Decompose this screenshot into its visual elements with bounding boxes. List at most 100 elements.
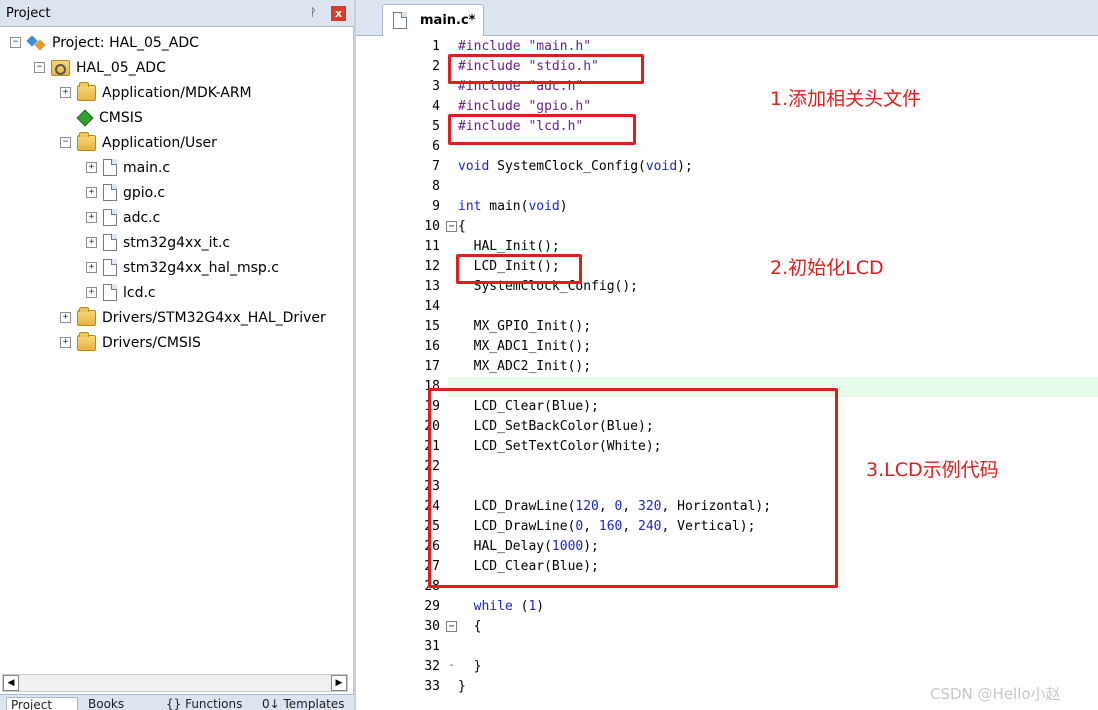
file-icon — [393, 12, 407, 29]
expand-icon[interactable]: + — [86, 212, 97, 223]
tree-item[interactable]: CMSIS — [60, 105, 143, 130]
folder-icon — [77, 131, 96, 151]
folder-icon — [77, 81, 96, 101]
code-line[interactable]: } — [458, 657, 482, 677]
line-number-gutter: 1 2 3 4 5 6 7 8 9 10−11 12 13 14 15 16 17 18 19 20 21 22 23 24… — [360, 36, 457, 700]
project-icon — [27, 35, 46, 51]
cmsis-icon — [76, 109, 94, 126]
expand-icon[interactable]: + — [60, 312, 71, 323]
collapse-icon[interactable]: − — [60, 137, 71, 148]
expand-icon[interactable]: + — [86, 287, 97, 298]
tree-item[interactable]: + adc.c — [86, 205, 160, 230]
scroll-left-icon[interactable]: ◀ — [3, 675, 19, 691]
tree-item-label: lcd.c — [123, 284, 156, 301]
expand-icon[interactable]: + — [60, 87, 71, 98]
editor-tab-strip: main.c* — [356, 0, 1098, 36]
scroll-right-icon[interactable]: ▶ — [331, 675, 347, 691]
close-icon[interactable]: x — [331, 6, 346, 21]
tree-item[interactable]: − Application/User — [60, 130, 217, 155]
file-icon — [103, 234, 117, 251]
tree-item[interactable]: + gpio.c — [86, 180, 165, 205]
project-panel-title: Project — [6, 6, 51, 21]
code-line[interactable]: } — [458, 677, 466, 697]
code-line[interactable]: MX_GPIO_Init(); — [458, 317, 591, 337]
tree-item[interactable]: − HAL_05_ADC — [34, 55, 166, 80]
tree-item-label: main.c — [123, 159, 171, 176]
watermark: CSDN @Hello小赵 — [930, 685, 1061, 703]
line-number: 10 — [424, 219, 440, 234]
line-number: 5 — [432, 119, 440, 134]
line-number: 31 — [424, 639, 440, 654]
pin-icon[interactable]: ᚹ — [310, 6, 317, 19]
tree-item-label: HAL_05_ADC — [76, 59, 166, 76]
expand-icon[interactable]: + — [86, 162, 97, 173]
tree-item-label: Application/MDK-ARM — [102, 84, 252, 101]
tab-main-c-label: main.c* — [420, 13, 476, 28]
line-number: 17 — [424, 359, 440, 374]
annotation-box-lcd-example — [428, 388, 838, 588]
tree-item-label: Project: HAL_05_ADC — [52, 34, 199, 51]
tree-item[interactable]: − Project: HAL_05_ADC — [10, 30, 199, 55]
line-number: 16 — [424, 339, 440, 354]
line-number: 29 — [424, 599, 440, 614]
tree-item-label: CMSIS — [99, 109, 143, 126]
tree-item[interactable]: + Application/MDK-ARM — [60, 80, 252, 105]
horizontal-scrollbar[interactable]: ◀ ▶ — [2, 674, 348, 692]
annotation-note-3: 3.LCD示例代码 — [866, 459, 999, 481]
line-number: 12 — [424, 259, 440, 274]
tree-item[interactable]: + Drivers/STM32G4xx_HAL_Driver — [60, 305, 326, 330]
expand-icon[interactable]: + — [86, 237, 97, 248]
project-panel-header: Project ᚹ x — [0, 0, 354, 27]
tree-item-label: stm32g4xx_it.c — [123, 234, 231, 251]
annotation-box-lcd-init — [456, 254, 582, 284]
line-number: 7 — [432, 159, 440, 174]
folder-icon — [77, 331, 96, 351]
line-number: 14 — [424, 299, 440, 314]
file-icon — [103, 184, 117, 201]
tab-books[interactable]: Books — [84, 697, 156, 710]
line-number: 3 — [432, 79, 440, 94]
code-line[interactable]: void SystemClock_Config(void); — [458, 157, 693, 177]
expand-icon[interactable]: + — [86, 262, 97, 273]
tree-item[interactable]: + stm32g4xx_hal_msp.c — [86, 255, 279, 280]
tab-main-c[interactable]: main.c* — [382, 4, 484, 36]
target-icon — [51, 59, 70, 76]
tab-templates[interactable]: 0↓ Templates — [258, 697, 352, 710]
annotation-box-includes-stdio — [448, 54, 644, 84]
code-line[interactable]: { — [458, 217, 466, 237]
tree-item-label: stm32g4xx_hal_msp.c — [123, 259, 279, 276]
code-line[interactable]: int main(void) — [458, 197, 568, 217]
tab-functions[interactable]: {} Functions — [162, 697, 254, 710]
annotation-note-1: 1.添加相关头文件 — [770, 88, 922, 110]
file-icon — [103, 209, 117, 226]
line-number: 6 — [432, 139, 440, 154]
project-tree: − Project: HAL_05_ADC − HAL_05_ADC + Applicat… — [0, 30, 350, 670]
line-number: 13 — [424, 279, 440, 294]
tree-item-label: adc.c — [123, 209, 161, 226]
line-number: 33 — [424, 679, 440, 694]
folder-icon — [77, 306, 96, 326]
annotation-box-includes-lcd — [448, 114, 636, 145]
expand-icon[interactable]: + — [86, 187, 97, 198]
line-number: 2 — [432, 59, 440, 74]
collapse-icon[interactable]: − — [34, 62, 45, 73]
tree-item[interactable]: + lcd.c — [86, 280, 156, 305]
code-line[interactable]: { — [458, 617, 482, 637]
tree-item[interactable]: + main.c — [86, 155, 170, 180]
tab-project[interactable]: Project — [6, 697, 78, 710]
line-number: 9 — [432, 199, 440, 214]
project-bottom-tabs: Project Books {} Functions 0↓ Templates — [0, 694, 354, 710]
line-number: 4 — [432, 99, 440, 114]
expand-icon[interactable]: + — [60, 337, 71, 348]
collapse-icon[interactable]: − — [10, 37, 21, 48]
file-icon — [103, 284, 117, 301]
file-icon — [103, 259, 117, 276]
project-pane: Project ᚹ x − Project: HAL_05_ADC − HAL_05_… — [0, 0, 354, 710]
tree-item[interactable]: + Drivers/CMSIS — [60, 330, 201, 355]
code-line[interactable]: MX_ADC1_Init(); — [458, 337, 591, 357]
line-number: 32 — [424, 659, 440, 674]
annotation-note-2: 2.初始化LCD — [770, 257, 884, 279]
code-line[interactable]: MX_ADC2_Init(); — [458, 357, 591, 377]
tree-item[interactable]: + stm32g4xx_it.c — [86, 230, 230, 255]
code-line[interactable]: while (1) — [458, 597, 544, 617]
